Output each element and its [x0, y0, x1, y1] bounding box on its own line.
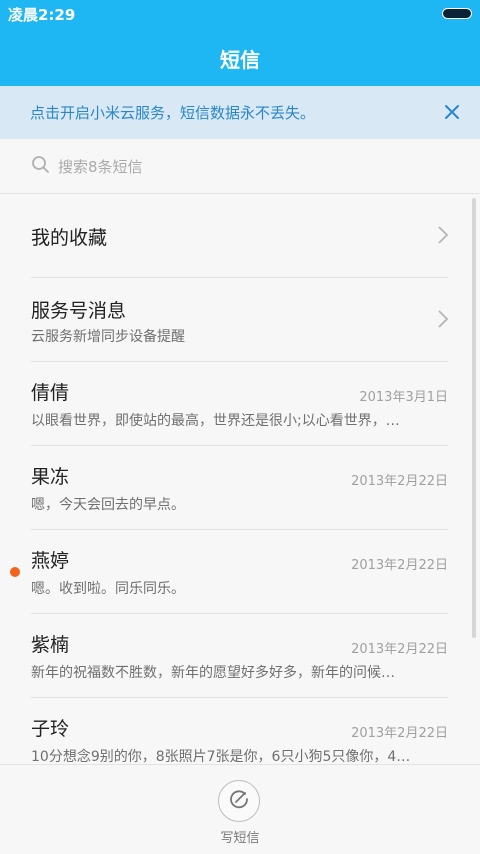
close-icon[interactable] — [438, 98, 466, 126]
service-messages-item[interactable]: 服务号消息 云服务新增同步设备提醒 — [0, 278, 480, 362]
favorites-item[interactable]: 我的收藏 — [0, 194, 480, 278]
message-list: 我的收藏 服务号消息 云服务新增同步设备提醒 倩倩 2013年3月1日 以眼看世… — [0, 194, 480, 764]
contact-name: 倩倩 — [31, 382, 70, 404]
service-messages-label: 服务号消息 — [31, 300, 127, 322]
cloud-service-banner[interactable]: 点击开启小米云服务，短信数据永不丢失。 — [0, 86, 480, 139]
scrollbar[interactable] — [472, 198, 476, 638]
message-date: 2013年2月22日 — [351, 642, 448, 657]
service-messages-subtitle: 云服务新增同步设备提醒 — [31, 329, 185, 345]
conversation-row[interactable]: 子玲 2013年2月22日 10分想念9别的你，8张照片7张是你，6只小狗5只像… — [0, 698, 480, 764]
banner-text[interactable]: 点击开启小米云服务，短信数据永不丢失。 — [30, 102, 315, 123]
chevron-right-icon — [437, 225, 449, 249]
message-snippet: 嗯。收到啦。同乐同乐。 — [31, 581, 185, 597]
search-bar[interactable]: 搜索8条短信 — [0, 139, 480, 194]
message-snippet: 新年的祝福数不胜数，新年的愿望好多好多，新年的问候… — [31, 665, 395, 681]
bottom-bar: 写短信 — [0, 764, 480, 854]
status-time: 凌晨2:29 — [8, 6, 76, 24]
message-date: 2013年2月22日 — [351, 558, 448, 573]
conversation-row[interactable]: 紫楠 2013年2月22日 新年的祝福数不胜数，新年的愿望好多好多，新年的问候… — [0, 614, 480, 698]
unread-indicator — [10, 567, 20, 577]
compose-button[interactable] — [218, 780, 260, 822]
contact-name: 子玲 — [31, 718, 70, 740]
conversation-row[interactable]: 燕婷 2013年2月22日 嗯。收到啦。同乐同乐。 — [0, 530, 480, 614]
page-title: 短信 — [220, 48, 260, 72]
message-snippet: 以眼看世界，即使站的最高，世界还是很小;以心看世界，… — [31, 413, 400, 429]
message-snippet: 10分想念9别的你，8张照片7张是你，6只小狗5只像你，4… — [31, 749, 411, 764]
app-bar: 短信 — [0, 28, 480, 86]
message-date: 2013年3月1日 — [359, 390, 448, 405]
status-bar: 凌晨2:29 — [0, 0, 480, 28]
search-input[interactable]: 搜索8条短信 — [58, 156, 143, 177]
contact-name: 紫楠 — [31, 634, 70, 656]
message-date: 2013年2月22日 — [351, 726, 448, 741]
message-date: 2013年2月22日 — [351, 474, 448, 489]
chevron-right-icon — [437, 309, 449, 333]
conversation-row[interactable]: 果冻 2013年2月22日 嗯，今天会回去的早点。 — [0, 446, 480, 530]
conversation-row[interactable]: 倩倩 2013年3月1日 以眼看世界，即使站的最高，世界还是很小;以心看世界，… — [0, 362, 480, 446]
battery-icon — [442, 8, 472, 19]
contact-name: 燕婷 — [31, 550, 70, 572]
message-snippet: 嗯，今天会回去的早点。 — [31, 497, 185, 513]
compose-icon — [228, 788, 250, 814]
compose-label[interactable]: 写短信 — [0, 827, 480, 846]
contact-name: 果冻 — [31, 466, 70, 488]
favorites-label: 我的收藏 — [31, 227, 108, 249]
search-icon — [31, 155, 51, 179]
